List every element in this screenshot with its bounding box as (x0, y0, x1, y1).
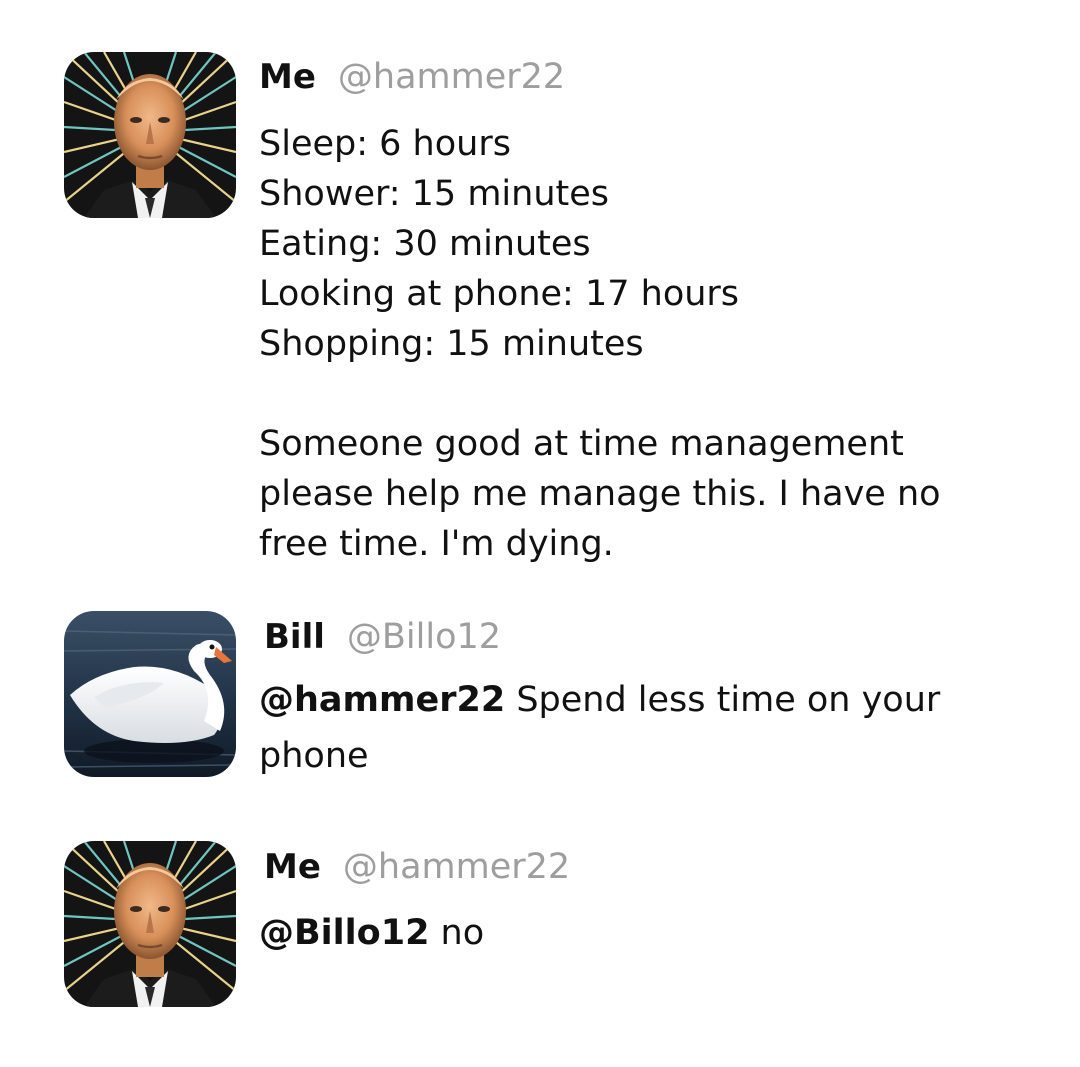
post-text: Sleep: 6 hours Shower: 15 minutes Eating… (259, 119, 1059, 569)
post-line: @hammer22 Spend less time on your (259, 672, 1059, 728)
post-line (259, 369, 1059, 419)
avatar[interactable] (64, 841, 236, 1007)
author-handle[interactable]: @hammer22 (343, 847, 570, 887)
post-text: @hammer22 Spend less time on your phone (259, 672, 1059, 784)
post-text: @Billo12 no (259, 908, 1059, 958)
avatar[interactable] (64, 52, 236, 218)
post-line: please help me manage this. I have no (259, 474, 941, 514)
post-line: Shopping: 15 minutes (259, 324, 644, 364)
post-line: Sleep: 6 hours (259, 124, 511, 164)
mention-link[interactable]: @Billo12 (259, 913, 429, 953)
post-line: Looking at phone: 17 hours (259, 274, 740, 314)
post-header: Bill @Billo12 (264, 620, 501, 655)
author-name[interactable]: Bill (264, 617, 325, 657)
reply-text: no (429, 913, 485, 953)
reply-text: Spend less time on your (505, 680, 941, 720)
post-line: phone (259, 736, 369, 776)
author-handle[interactable]: @hammer22 (338, 57, 565, 97)
swan-icon (64, 611, 236, 777)
post-header: Me @hammer22 (264, 850, 570, 885)
author-handle[interactable]: @Billo12 (347, 617, 501, 657)
avatar[interactable] (64, 611, 236, 777)
post-line: Eating: 30 minutes (259, 224, 591, 264)
post-3: Me @hammer22 @Billo12 no (0, 830, 1080, 1030)
post-header: Me @hammer22 (259, 60, 565, 95)
man-portrait-icon (64, 52, 236, 218)
post-2: Bill @Billo12 @hammer22 Spend less time o… (0, 600, 1080, 800)
post-line: @Billo12 no (259, 908, 1059, 958)
post-line: free time. I'm dying. (259, 524, 614, 564)
man-portrait-icon (64, 841, 236, 1007)
post-line: Shower: 15 minutes (259, 174, 609, 214)
mention-link[interactable]: @hammer22 (259, 680, 505, 720)
author-name[interactable]: Me (264, 847, 321, 887)
post-line: Someone good at time management (259, 424, 904, 464)
author-name[interactable]: Me (259, 57, 316, 97)
post-1: Me @hammer22 Sleep: 6 hours Shower: 15 mi… (0, 0, 1080, 580)
